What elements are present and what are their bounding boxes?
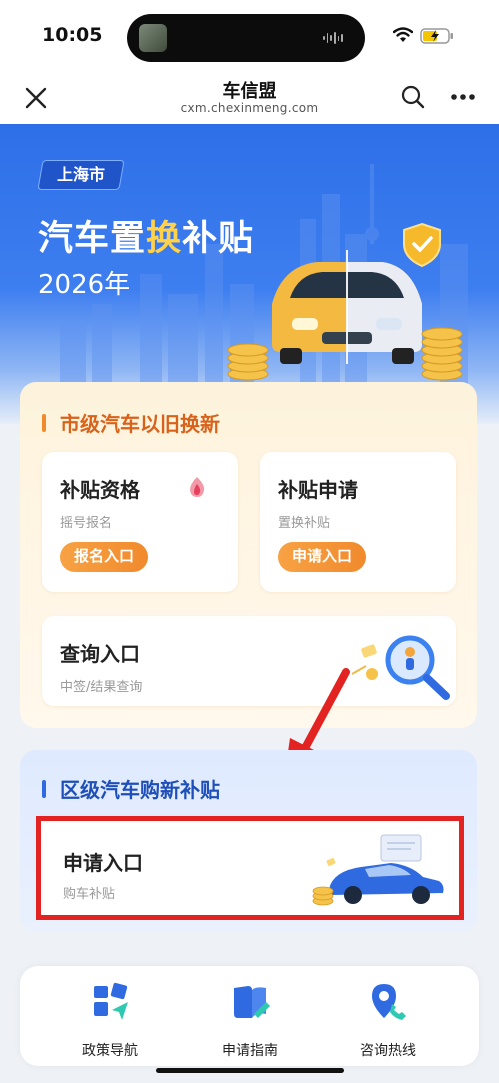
district-subsidy-section: 区级汽车购新补贴 申请入口 购车补贴 — [20, 750, 477, 932]
tab-apply-guide[interactable]: 申请指南 — [190, 978, 310, 1064]
subsidy-application-subtitle: 置换补贴 — [278, 516, 331, 531]
eligibility-title: 补贴资格 — [60, 478, 140, 502]
query-entry-card[interactable]: 查询入口 中签/结果查询 — [42, 616, 456, 706]
query-entry-subtitle: 中签/结果查询 — [60, 680, 143, 695]
tab-policy-nav[interactable]: 政策导航 — [50, 978, 170, 1064]
bottom-nav: 政策导航 申请指南 咨询热线 — [20, 966, 479, 1066]
hero-year: 2026年 — [38, 270, 131, 300]
blue-car-illustration — [312, 834, 444, 906]
subsidy-application-card[interactable]: 补贴申请 置换补贴 申请入口 — [260, 452, 456, 592]
eligibility-card[interactable]: 补贴资格 摇号报名 报名入口 — [42, 452, 238, 592]
status-time: 10:05 — [42, 24, 103, 46]
audio-wave-icon — [323, 31, 344, 45]
tab-hotline-label: 咨询热线 — [360, 1043, 416, 1059]
status-bar: 10:05 — [0, 0, 499, 72]
more-icon[interactable] — [450, 92, 476, 102]
district-apply-subtitle: 购车补贴 — [63, 887, 116, 902]
nav-bar: 车信盟 cxm.chexinmeng.com — [0, 72, 499, 124]
hero-banner: 上海市 汽车置换补贴 2026年 — [0, 124, 499, 424]
city-tag: 上海市 — [37, 160, 125, 190]
dynamic-island — [127, 14, 365, 62]
district-apply-entry-card[interactable]: 申请入口 购车补贴 — [36, 816, 464, 920]
subsidy-application-title: 补贴申请 — [278, 478, 358, 502]
query-entry-title: 查询入口 — [60, 642, 140, 666]
hotline-icon — [372, 984, 406, 1020]
section-accent-bar — [42, 414, 46, 432]
tab-policy-nav-label: 政策导航 — [82, 1043, 138, 1059]
battery-charging-icon — [420, 28, 453, 44]
apply-entry-button[interactable]: 申请入口 — [278, 542, 367, 572]
eligibility-subtitle: 摇号报名 — [60, 516, 113, 531]
search-icon[interactable] — [400, 84, 426, 110]
guide-icon — [234, 986, 270, 1018]
district-apply-title: 申请入口 — [63, 851, 143, 875]
tab-hotline[interactable]: 咨询热线 — [328, 978, 448, 1064]
tab-apply-guide-label: 申请指南 — [222, 1043, 278, 1059]
wifi-icon — [393, 27, 413, 42]
policy-nav-icon — [94, 982, 128, 1020]
media-thumbnail-icon — [139, 24, 167, 52]
flame-icon — [190, 477, 205, 497]
city-subsidy-section: 市级汽车以旧换新 补贴资格 摇号报名 报名入口 补贴申请 置换补贴 申请入口 查… — [20, 382, 477, 728]
section-accent-bar — [42, 780, 46, 798]
car-coins-illustration — [227, 222, 463, 381]
district-section-title: 区级汽车购新补贴 — [60, 778, 220, 802]
city-section-title: 市级汽车以旧换新 — [60, 412, 220, 436]
register-entry-button[interactable]: 报名入口 — [60, 542, 149, 572]
home-indicator[interactable] — [156, 1068, 344, 1073]
